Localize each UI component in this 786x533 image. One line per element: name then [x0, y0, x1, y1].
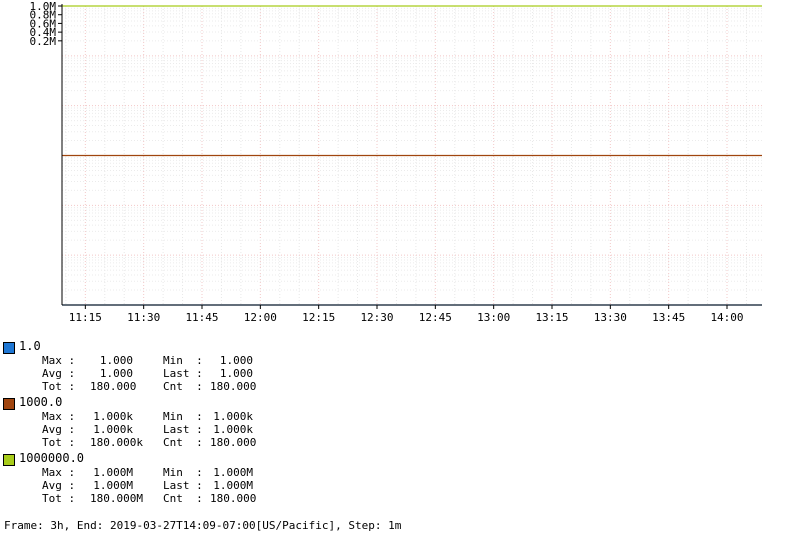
time-frame-footer: Frame: 3h, End: 2019-03-27T14:09-07:00[U…	[4, 519, 402, 532]
stat-value-last: 1.000k	[213, 423, 253, 436]
stat-value-avg: 1.000M	[93, 479, 133, 492]
y-tick-label: 1.0M	[30, 0, 57, 13]
legend-color-swatch	[3, 398, 15, 410]
x-tick-label: 12:45	[419, 311, 452, 324]
stat-value-tot: 180.000	[90, 380, 137, 393]
x-tick-label: 12:00	[244, 311, 277, 324]
legend-entry: 1000000.0 Max : 1.000M Min : 1.000M Avg : 1.00…	[0, 450, 786, 506]
stat-label-tot: Tot :	[42, 492, 76, 505]
stat-value-tot: 180.000M	[90, 492, 143, 505]
stat-value-last: 1.000M	[213, 479, 253, 492]
legend-series-name: 1000000.0	[19, 451, 85, 465]
stat-value-cnt: 180.000	[210, 380, 257, 393]
stat-label-cnt: Cnt :	[163, 380, 203, 393]
x-tick-label: 12:30	[360, 311, 393, 324]
legend-color-swatch	[3, 454, 15, 466]
x-tick-label: 11:30	[127, 311, 160, 324]
line-chart: 0.2M0.4M0.6M0.8M1.0M 11:15 11:30 11:45 12:0…	[30, 0, 762, 324]
stat-label-max: Max :	[42, 410, 76, 423]
stat-value-min: 1.000M	[213, 466, 253, 479]
x-tick-label: 11:15	[69, 311, 102, 324]
stat-value-min: 1.000k	[213, 410, 253, 423]
legend: 1.0 Max :1.000 Min :1.000 Avg :1.000 Last :1…	[0, 338, 786, 506]
stat-label-last: Last :	[163, 423, 203, 436]
stat-value-min: 1.000	[219, 354, 253, 367]
stat-label-min: Min :	[163, 410, 203, 423]
stat-value-max: 1.000	[99, 354, 133, 367]
stat-label-max: Max :	[42, 466, 76, 479]
stat-value-max: 1.000M	[93, 466, 133, 479]
legend-color-swatch	[3, 342, 15, 354]
stat-value-avg: 1.000k	[93, 423, 133, 436]
stat-label-tot: Tot :	[42, 436, 76, 449]
stat-label-avg: Avg :	[42, 479, 76, 492]
y-axis-ticks: 0.2M0.4M0.6M0.8M1.0M	[30, 0, 62, 48]
x-tick-label: 13:30	[594, 311, 627, 324]
legend-series-name: 1.0	[19, 339, 41, 353]
stat-label-cnt: Cnt :	[163, 492, 203, 505]
stat-label-min: Min :	[163, 466, 203, 479]
stat-label-cnt: Cnt :	[163, 436, 203, 449]
stat-value-cnt: 180.000	[210, 492, 257, 505]
x-tick-label: 11:45	[185, 311, 218, 324]
stat-label-tot: Tot :	[42, 380, 76, 393]
legend-series-name: 1000.0	[19, 395, 63, 409]
x-tick-label: 13:45	[652, 311, 685, 324]
x-tick-label: 12:15	[302, 311, 335, 324]
stat-label-min: Min :	[163, 354, 203, 367]
legend-entry: 1000.0 Max : 1.000k Min : 1.000k Avg : 1.000k L…	[0, 394, 786, 450]
stat-value-avg: 1.000	[99, 367, 133, 380]
x-tick-label: 13:15	[535, 311, 568, 324]
stat-label-avg: Avg :	[42, 423, 76, 436]
x-tick-label: 13:00	[477, 311, 510, 324]
x-axis-ticks: 11:15 11:30 11:45 12:00 12:15 12:30 12:45 13:00…	[69, 305, 744, 324]
stat-value-last: 1.000	[219, 367, 253, 380]
stat-value-tot: 180.000k	[90, 436, 143, 449]
stat-label-last: Last :	[163, 479, 203, 492]
x-tick-label: 14:00	[710, 311, 743, 324]
stat-label-avg: Avg :	[42, 367, 76, 380]
stat-value-cnt: 180.000	[210, 436, 257, 449]
legend-entry: 1.0 Max : 1.000 Min : 1.000 Avg : 1.000 Last : 1…	[0, 338, 786, 394]
stat-label-max: Max :	[42, 354, 76, 367]
stat-label-last: Last :	[163, 367, 203, 380]
stat-value-max: 1.000k	[93, 410, 133, 423]
